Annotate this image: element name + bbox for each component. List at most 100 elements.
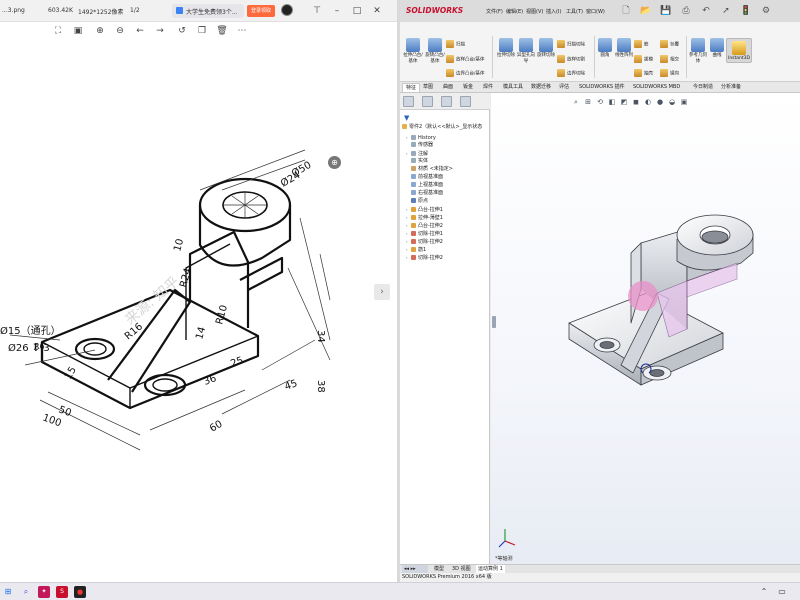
linear-pattern-button[interactable]: 线性阵列 <box>614 38 634 59</box>
tree-item[interactable]: 原点 <box>406 198 428 205</box>
menu-insert[interactable]: 插入(I) <box>546 8 561 15</box>
tree-item[interactable]: › 筋1 <box>406 246 426 254</box>
recorder-icon[interactable]: ● <box>74 586 86 598</box>
tab-features[interactable]: 特征 <box>402 83 421 92</box>
magnifier-icon[interactable]: ⊕ <box>328 156 341 169</box>
tree-item[interactable]: 前视基准面 <box>406 174 443 181</box>
menu-view[interactable]: 视图(V) <box>526 8 543 15</box>
loft-button[interactable]: 放样凸台/基体 <box>446 55 485 63</box>
swept-cut-button[interactable]: 扫描切除 <box>557 40 585 48</box>
wrap-button[interactable]: 包覆 <box>660 40 679 48</box>
select-icon[interactable]: ➚ <box>720 5 732 17</box>
draft-button[interactable]: 拔模 <box>634 55 653 63</box>
tree-root[interactable]: 零件2（默认<<默认>_显示状态 <box>402 124 482 131</box>
open-icon[interactable]: 📂 <box>640 5 652 17</box>
tree-item[interactable]: › 切除-拉伸2 <box>406 238 443 246</box>
tab-mold-tools[interactable]: 模具工具 <box>500 83 526 92</box>
graphics-area[interactable]: ⌕ ⊞ ⟲ ◧ ◩ ◼ ◐ ● ◒ ▣ *等轴测 <box>491 93 800 570</box>
tab-weldments[interactable]: 焊件 <box>480 83 496 92</box>
save-icon[interactable]: 💾 <box>660 5 672 17</box>
rotate-left-icon[interactable]: ↺ <box>176 25 188 37</box>
tab-addins[interactable]: SOLIDWORKS 插件 <box>576 83 628 92</box>
undo-icon[interactable]: ↶ <box>700 5 712 17</box>
tab-data-migration[interactable]: 数据迁移 <box>528 83 554 92</box>
search-icon[interactable]: ⌕ <box>20 586 32 598</box>
tab-mbd[interactable]: SOLIDWORKS MBD <box>630 83 683 92</box>
tab-sketch[interactable]: 草图 <box>420 83 436 92</box>
login-button[interactable]: 登录领取 <box>247 5 275 17</box>
next-icon[interactable]: → <box>154 25 166 37</box>
tab-nav-arrows[interactable]: ◂◂ ▸▸ <box>402 565 428 573</box>
tab-sheet-metal[interactable]: 钣金 <box>460 83 476 92</box>
notification-icon[interactable]: ▭ <box>776 586 788 598</box>
tree-item[interactable]: › 切除-拉伸1 <box>406 230 443 238</box>
lofted-cut-button[interactable]: 放样切割 <box>557 55 585 63</box>
tab-3d-views[interactable]: 3D 视图 <box>450 565 473 573</box>
avatar[interactable] <box>281 4 293 16</box>
shell-button[interactable]: 抽壳 <box>634 69 653 77</box>
maximize-icon[interactable]: □ <box>350 4 364 18</box>
3d-model[interactable] <box>491 93 800 570</box>
tray-icon[interactable]: ⌃ <box>758 586 770 598</box>
tab-evaluate[interactable]: 评估 <box>556 83 572 92</box>
tree-item[interactable]: 右视基准面 <box>406 190 443 197</box>
revolve-boss-button[interactable]: 旋转凸台/基体 <box>424 38 446 65</box>
options-icon[interactable]: ⚙ <box>760 5 772 17</box>
fit-window-icon[interactable]: ⛶ <box>52 25 64 37</box>
filter-icon[interactable]: ▼ <box>404 114 409 122</box>
copy-icon[interactable]: ❐ <box>196 25 208 37</box>
actual-size-icon[interactable]: ▣ <box>72 25 84 37</box>
delete-icon[interactable]: 🗑 <box>216 25 228 37</box>
tree-item[interactable]: 材质 <未指定> <box>406 166 453 173</box>
print-icon[interactable]: ⎙ <box>680 5 692 17</box>
hole-wizard-button[interactable]: 异型孔向导 <box>516 38 536 65</box>
revolve-cut-button[interactable]: 旋转切除 <box>536 38 556 59</box>
intersect-button[interactable]: 相交 <box>660 55 679 63</box>
feature-manager-icon[interactable] <box>403 96 414 107</box>
boundary-cut-button[interactable]: 边界切除 <box>557 69 585 77</box>
menu-edit[interactable]: 编辑(E) <box>506 8 523 15</box>
rib-button[interactable]: 筋 <box>634 40 649 48</box>
configuration-manager-icon[interactable] <box>441 96 452 107</box>
solidworks-taskbar-icon[interactable]: S <box>56 586 68 598</box>
menu-window[interactable]: 窗口(W) <box>586 8 605 15</box>
tab-analysis-prep[interactable]: 分析准备 <box>718 83 744 92</box>
next-image-button[interactable]: › <box>374 284 390 300</box>
zoom-out-icon[interactable]: ⊖ <box>114 25 126 37</box>
menu-tools[interactable]: 工具(T) <box>566 8 583 15</box>
extrude-boss-button[interactable]: 拉伸凸台/基体 <box>402 38 424 65</box>
tab-motion-study[interactable]: 运动算例 1 <box>476 565 505 573</box>
extrude-cut-button[interactable]: 拉伸切除 <box>496 38 516 59</box>
start-icon[interactable]: ⊞ <box>2 586 14 598</box>
reference-geometry-button[interactable]: 参考几何体 <box>688 38 708 65</box>
tab-manufacturing[interactable]: 今日制造 <box>690 83 716 92</box>
minimize-icon[interactable]: – <box>330 4 344 18</box>
curves-button[interactable]: 曲线 <box>708 38 726 59</box>
more-icon[interactable]: ⋯ <box>236 25 248 37</box>
tree-item[interactable]: › 凸台-拉伸1 <box>406 206 443 214</box>
dimxpert-icon[interactable] <box>460 96 471 107</box>
zoom-in-icon[interactable]: ⊕ <box>94 25 106 37</box>
tree-item[interactable]: › 注解 <box>406 150 428 158</box>
mirror-button[interactable]: 镜向 <box>660 69 679 77</box>
menu-file[interactable]: 文件(F) <box>486 8 503 15</box>
sweep-button[interactable]: 扫描 <box>446 40 465 48</box>
browser-tab[interactable]: 大学生免费领3个... <box>172 4 244 18</box>
rebuild-icon[interactable]: 🚦 <box>740 5 752 17</box>
fillet-button[interactable]: 圆角 <box>596 38 614 59</box>
tree-item[interactable]: › 凸台-拉伸2 <box>406 222 443 230</box>
tree-item[interactable]: › 切除-拉伸2 <box>406 254 443 262</box>
previous-icon[interactable]: ← <box>134 25 146 37</box>
tree-item[interactable]: › 拉伸-薄壁1 <box>406 214 443 222</box>
tree-item[interactable]: 实体 <box>406 158 428 165</box>
boundary-boss-button[interactable]: 边界凸台/基体 <box>446 69 485 77</box>
new-icon[interactable]: 🗋 <box>620 5 632 17</box>
property-manager-icon[interactable] <box>422 96 433 107</box>
tree-item[interactable]: 传感器 <box>406 142 433 149</box>
instant3d-button[interactable]: Instant3D <box>726 38 752 63</box>
app-icon[interactable]: ✦ <box>38 586 50 598</box>
pin-icon[interactable]: ⊤ <box>310 4 324 18</box>
tree-item[interactable]: › History <box>406 134 436 142</box>
close-icon[interactable]: ✕ <box>370 4 384 18</box>
tab-surfaces[interactable]: 曲面 <box>440 83 456 92</box>
